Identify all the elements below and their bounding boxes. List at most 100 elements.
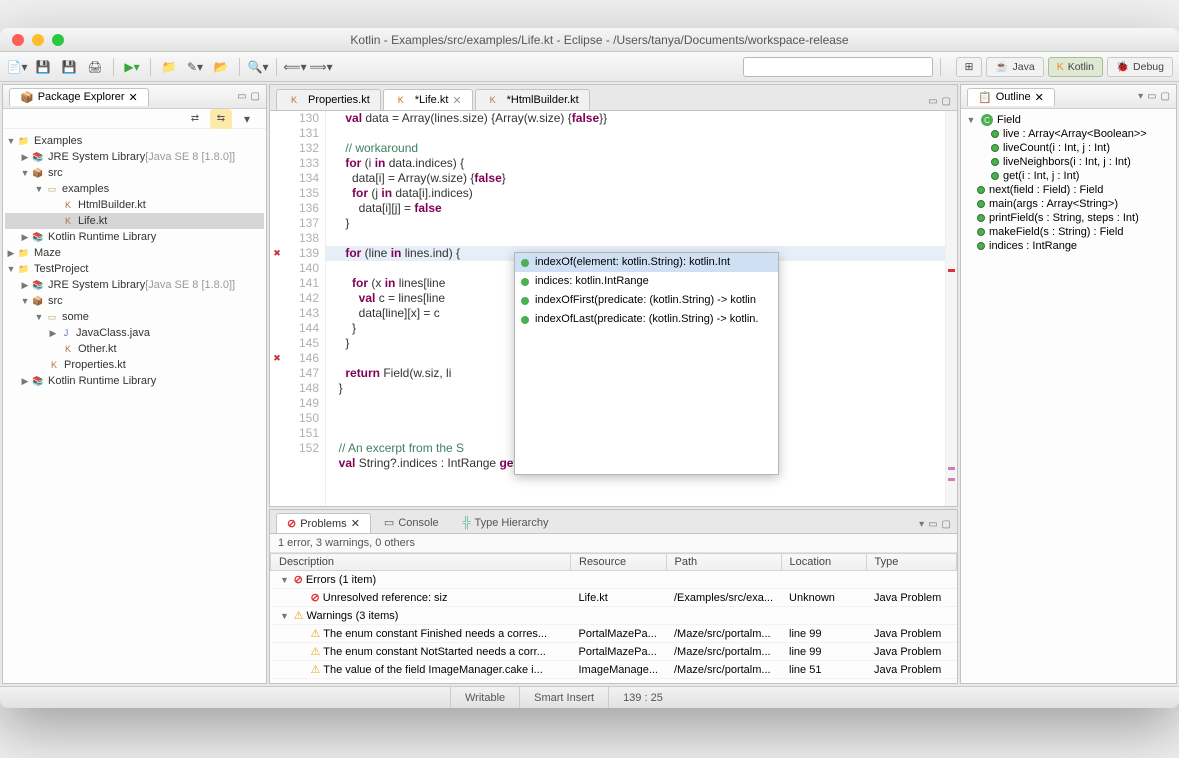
problem-row[interactable]: ⚠ The value of the field ImageManager.ca… [271, 661, 957, 679]
outline-class[interactable]: ▼CField [965, 113, 1172, 127]
col-description[interactable]: Description [271, 554, 571, 571]
outline-member[interactable]: next(field : Field) : Field [965, 183, 1172, 197]
console-tab[interactable]: ▭Console [373, 512, 450, 533]
error-marker-icon[interactable]: ✖ [270, 246, 284, 261]
overview-error-mark[interactable] [948, 269, 955, 272]
col-resource[interactable]: Resource [571, 554, 667, 571]
forward-button[interactable]: ⟹▾ [310, 57, 332, 77]
maximize-icon[interactable]: ▢ [942, 519, 951, 530]
perspective-kotlin[interactable]: KKotlin [1048, 57, 1103, 77]
view-menu-icon[interactable]: ▾ [236, 109, 258, 129]
minimize-window-button[interactable] [32, 34, 44, 46]
src-folder[interactable]: ▼📦src [5, 293, 264, 309]
jre-library[interactable]: ▶📚JRE System Library [Java SE 8 [1.8.0]] [5, 149, 264, 165]
zoom-window-button[interactable] [52, 34, 64, 46]
new-class-button[interactable]: ✎▾ [184, 57, 206, 77]
code-completion-popup[interactable]: indexOf(element: kotlin.String): kotlin.… [514, 252, 779, 475]
completion-item[interactable]: indexOfLast(predicate: (kotlin.String) -… [515, 310, 778, 329]
property-icon [521, 278, 529, 286]
minimize-icon[interactable]: ▭ [928, 96, 937, 107]
src-folder[interactable]: ▼📦src [5, 165, 264, 181]
outline-member[interactable]: indices : IntRange [965, 239, 1172, 253]
problem-row[interactable]: ⚠ The enum constant Finished needs a cor… [271, 625, 957, 643]
col-location[interactable]: Location [781, 554, 866, 571]
outline-member[interactable]: liveCount(i : Int, j : Int) [965, 141, 1172, 155]
perspective-java[interactable]: ☕Java [986, 57, 1043, 77]
save-button[interactable]: 💾 [32, 57, 54, 77]
overview-ruler[interactable] [945, 111, 957, 506]
completion-item[interactable]: indexOf(element: kotlin.String): kotlin.… [515, 253, 778, 272]
editor-tab-life[interactable]: K*Life.kt✕ [383, 89, 473, 110]
editor-tab-properties[interactable]: KProperties.kt [276, 89, 381, 110]
open-perspective-button[interactable]: ⊞ [956, 57, 983, 77]
link-editor-icon[interactable]: ⇆ [210, 109, 232, 129]
back-button[interactable]: ⟸▾ [284, 57, 306, 77]
error-marker-icon[interactable]: ✖ [270, 351, 284, 366]
completion-item[interactable]: indices: kotlin.IntRange [515, 272, 778, 291]
outline-member[interactable]: liveNeighbors(i : Int, j : Int) [965, 155, 1172, 169]
project-maze[interactable]: ▶📁Maze [5, 245, 264, 261]
overview-mark[interactable] [948, 467, 955, 470]
package-explorer-tab[interactable]: 📦 Package Explorer ✕ [9, 88, 149, 106]
kotlin-icon: K [1057, 61, 1064, 73]
outline-member[interactable]: live : Array<Array<Boolean>> [965, 127, 1172, 141]
outline-member[interactable]: makeField(s : String) : Field [965, 225, 1172, 239]
save-all-button[interactable]: 💾 [58, 57, 80, 77]
new-package-button[interactable]: 📁 [158, 57, 180, 77]
overview-mark[interactable] [948, 478, 955, 481]
close-icon[interactable]: ✕ [452, 94, 461, 107]
file-other[interactable]: KOther.kt [5, 341, 264, 357]
run-button[interactable]: ▶▾ [121, 57, 143, 77]
minimize-icon[interactable]: ▭ [237, 91, 246, 102]
close-window-button[interactable] [12, 34, 24, 46]
file-javaclass[interactable]: ▶JJavaClass.java [5, 325, 264, 341]
quick-access-input[interactable] [743, 57, 933, 77]
status-insert: Smart Insert [519, 687, 608, 708]
outline-member[interactable]: get(i : Int, j : Int) [965, 169, 1172, 183]
problem-row[interactable]: ⚠ The enum constant NotStarted needs a c… [271, 643, 957, 661]
outline-member[interactable]: main(args : Array<String>) [965, 197, 1172, 211]
open-type-button[interactable]: 📂 [210, 57, 232, 77]
center-area: KProperties.kt K*Life.kt✕ K*HtmlBuilder.… [269, 84, 958, 684]
project-examples[interactable]: ▼📁Examples [5, 133, 264, 149]
perspective-debug[interactable]: 🐞Debug [1107, 57, 1173, 77]
problems-tab[interactable]: ⊘Problems ✕ [276, 513, 371, 533]
search-button[interactable]: 🔍▾ [247, 57, 269, 77]
outline-tab[interactable]: 📋 Outline ✕ [967, 88, 1055, 106]
problems-group-errors[interactable]: ▼ ⊘ Errors (1 item) [271, 571, 957, 589]
problems-group-warnings[interactable]: ▼ ⚠ Warnings (3 items) [271, 607, 957, 625]
view-menu-icon[interactable]: ▾ [919, 519, 924, 530]
type-hierarchy-tab[interactable]: ╬Type Hierarchy [452, 513, 560, 533]
kotlin-runtime-library[interactable]: ▶📚Kotlin Runtime Library [5, 229, 264, 245]
method-icon [521, 259, 529, 267]
outline-tree[interactable]: ▼CField live : Array<Array<Boolean>> liv… [961, 109, 1176, 683]
project-testproject[interactable]: ▼📁TestProject [5, 261, 264, 277]
file-life[interactable]: KLife.kt [5, 213, 264, 229]
editor-tab-htmlbuilder[interactable]: K*HtmlBuilder.kt [475, 89, 590, 110]
completion-item[interactable]: indexOfFirst(predicate: (kotlin.String) … [515, 291, 778, 310]
print-button[interactable]: 🖨 [84, 57, 106, 77]
minimize-icon[interactable]: ▭ [1147, 91, 1156, 102]
package-examples[interactable]: ▼▭examples [5, 181, 264, 197]
new-button[interactable]: 📄▾ [6, 57, 28, 77]
jre-library[interactable]: ▶📚JRE System Library [Java SE 8 [1.8.0]] [5, 277, 264, 293]
view-menu-icon[interactable]: ▾ [1138, 91, 1143, 102]
code-editor[interactable]: ✖ ✖ 130131132133134135136137138139140141… [270, 111, 957, 506]
problem-row[interactable]: ⊘ Unresolved reference: sizLife.kt/Examp… [271, 589, 957, 607]
package-some[interactable]: ▼▭some [5, 309, 264, 325]
outline-member[interactable]: printField(s : String, steps : Int) [965, 211, 1172, 225]
minimize-icon[interactable]: ▭ [928, 519, 937, 530]
problems-table[interactable]: Description Resource Path Location Type … [270, 553, 957, 683]
collapse-all-icon[interactable]: ⇄ [184, 109, 206, 129]
col-type[interactable]: Type [866, 554, 956, 571]
package-explorer-tree[interactable]: ▼📁Examples ▶📚JRE System Library [Java SE… [3, 129, 266, 683]
maximize-icon[interactable]: ▢ [1161, 91, 1170, 102]
file-properties[interactable]: KProperties.kt [5, 357, 264, 373]
file-htmlbuilder[interactable]: KHtmlBuilder.kt [5, 197, 264, 213]
separator [150, 58, 151, 76]
kotlin-runtime-library[interactable]: ▶📚Kotlin Runtime Library [5, 373, 264, 389]
col-path[interactable]: Path [666, 554, 781, 571]
status-cursor-pos: 139 : 25 [608, 687, 677, 708]
maximize-icon[interactable]: ▢ [251, 91, 260, 102]
maximize-icon[interactable]: ▢ [942, 96, 951, 107]
